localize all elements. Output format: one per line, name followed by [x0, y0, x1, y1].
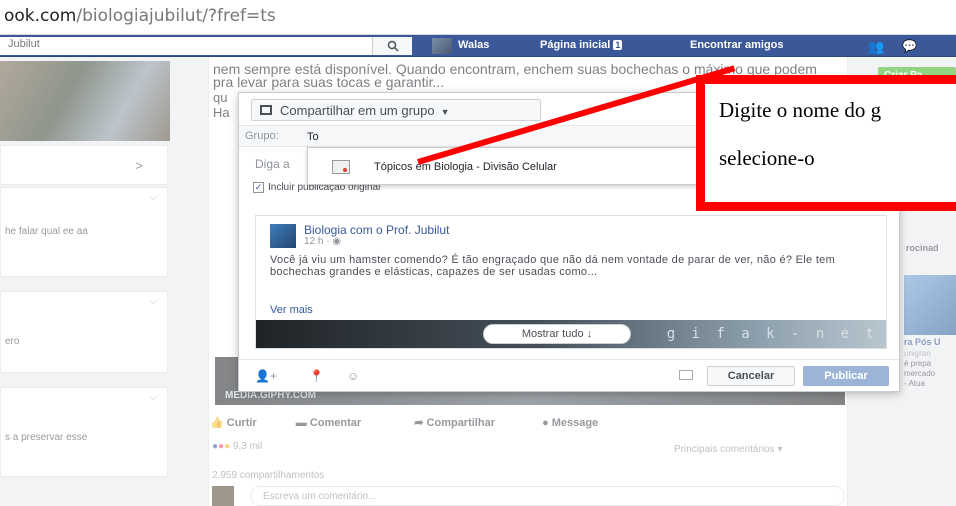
see-more-link[interactable]: Ver mais [270, 304, 313, 316]
dialog-footer: 👤+ 📍 ☺ Cancelar Publicar [239, 359, 899, 391]
page-avatar[interactable] [270, 224, 296, 248]
include-original-checkbox[interactable]: ✓ [253, 182, 264, 193]
group-icon [332, 160, 350, 174]
say-something-input[interactable]: Diga a [255, 157, 290, 171]
share-target-dropdown[interactable]: Compartilhar em um grupo ▼ [251, 99, 541, 121]
caret-down-icon: ▼ [440, 107, 450, 117]
group-label: Grupo: [245, 130, 279, 142]
annotation-callout: Digite o nome do g selecione-o [696, 75, 956, 211]
home-link[interactable]: Página inicial 1 [540, 39, 623, 51]
page-name[interactable]: Biologia com o Prof. Jubilut [304, 223, 449, 237]
screenshot: ook.com/biologiajubilut/?fref=ts Jubilut… [0, 0, 956, 506]
group-icon [260, 105, 272, 115]
location-icon[interactable]: 📍 [309, 369, 324, 383]
audience-icon[interactable] [679, 370, 693, 380]
feeling-icon[interactable]: ☺ [347, 369, 359, 383]
group-suggestion-item[interactable]: Tópicos em Biologia - Divisão Celular [374, 161, 557, 173]
shared-post-body: Você já viu um hamster comendo? É tão en… [270, 254, 836, 278]
tag-friends-icon[interactable]: 👤+ [255, 369, 277, 383]
search-button[interactable] [372, 37, 412, 55]
watermark: g i f a k - n e t [666, 326, 878, 342]
url-text[interactable]: ook.com/biologiajubilut/?fref=ts [4, 6, 276, 26]
friend-requests-icon[interactable]: 👥 [868, 39, 884, 55]
browser-address-bar[interactable]: ook.com/biologiajubilut/?fref=ts [0, 0, 956, 35]
search-icon [387, 40, 399, 52]
cancel-button[interactable]: Cancelar [707, 366, 795, 386]
globe-icon: ◉ [332, 236, 342, 247]
group-suggestions-dropdown: Tópicos em Biologia - Divisão Celular [307, 147, 699, 185]
annotation-line-1: Digite o nome do g [719, 98, 882, 122]
profile-avatar[interactable] [432, 38, 452, 54]
find-friends-link[interactable]: Encontrar amigos [690, 39, 784, 51]
post-time: 12 h · ◉ [304, 236, 342, 247]
publish-button[interactable]: Publicar [803, 366, 889, 386]
annotation-line-2: selecione-o [719, 146, 815, 170]
messages-icon[interactable]: 💬 [902, 39, 917, 53]
search-input[interactable]: Jubilut [8, 38, 40, 50]
profile-link[interactable]: Walas [458, 39, 489, 51]
home-badge: 1 [613, 40, 623, 50]
facebook-header: Jubilut Walas Página inicial 1 Encontrar … [0, 35, 956, 57]
show-all-button[interactable]: Mostrar tudo ↓ [483, 324, 631, 344]
search-box[interactable]: Jubilut [0, 37, 412, 55]
